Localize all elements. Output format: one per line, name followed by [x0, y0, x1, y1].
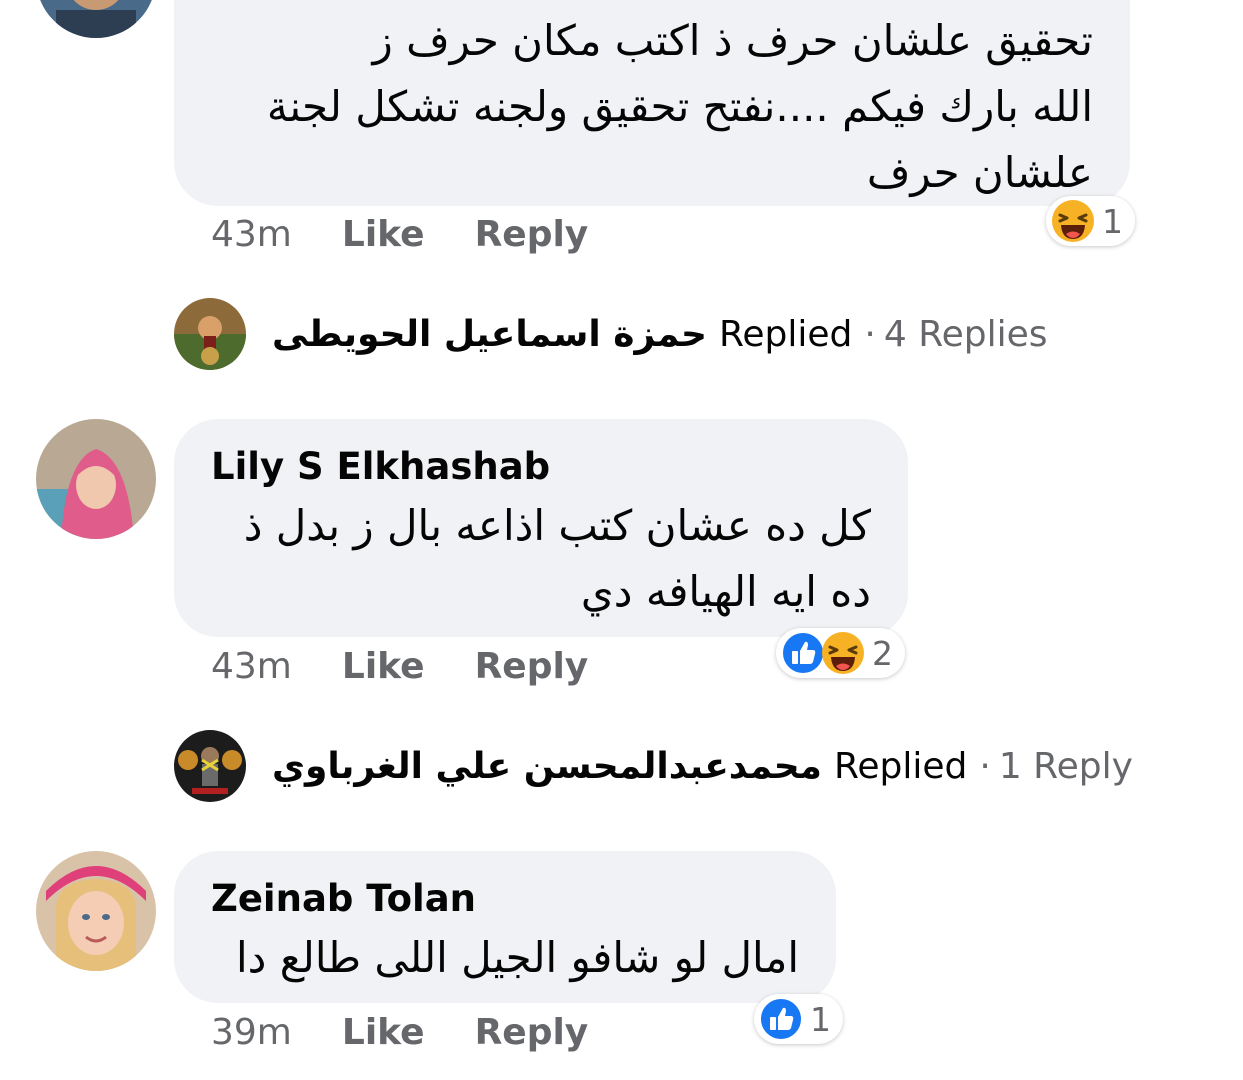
reaction-count: 1: [810, 999, 831, 1039]
comment-author[interactable]: Zeinab Tolan: [211, 877, 476, 920]
reply-button[interactable]: Reply: [475, 214, 589, 255]
comment-time[interactable]: 43m: [211, 214, 292, 255]
commenter-avatar[interactable]: [36, 851, 156, 971]
reaction-summary[interactable]: 1: [754, 994, 843, 1044]
comment-time[interactable]: 43m: [211, 646, 292, 687]
comment-bubble: تحقيق علشان حرف ذ اكتب مكان حرف ز الله ب…: [174, 0, 1130, 206]
like-icon: [759, 997, 803, 1041]
comment-bubble: Lily S Elkhashab كل ده عشان كتب اذاعه با…: [174, 419, 908, 637]
replier-name[interactable]: حمزة اسماعيل الحويطى: [272, 314, 707, 355]
reaction-summary[interactable]: 1: [1046, 196, 1135, 246]
separator-dot: ·: [864, 313, 876, 355]
commenter-avatar[interactable]: [36, 419, 156, 539]
comment-author[interactable]: Lily S Elkhashab: [211, 445, 550, 488]
replier-name[interactable]: محمدعبدالمحسن علي الغرباوي: [272, 746, 822, 787]
comment-text-line: كل ده عشان كتب اذاعه بال ز بدل ذ: [243, 501, 871, 550]
like-button[interactable]: Like: [342, 646, 425, 687]
reply-summary[interactable]: محمدعبدالمحسن علي الغرباوي Replied · 1 R…: [174, 730, 1133, 802]
like-button[interactable]: Like: [342, 1012, 425, 1053]
reaction-summary[interactable]: 2: [776, 628, 905, 678]
comment-meta: 43m Like Reply: [211, 214, 588, 255]
replied-label: Replied: [833, 745, 968, 787]
like-button[interactable]: Like: [342, 214, 425, 255]
reply-button[interactable]: Reply: [475, 1012, 589, 1053]
comment-text-line: الله بارك فيكم ....نفتح تحقيق ولجنه تشكل…: [266, 82, 1093, 131]
separator-dot: ·: [979, 745, 991, 787]
reply-button[interactable]: Reply: [475, 646, 589, 687]
comment-meta: 43m Like Reply: [211, 646, 588, 687]
comment-bubble: Zeinab Tolan امال لو شافو الجيل اللى طال…: [174, 851, 836, 1003]
reaction-count: 2: [872, 633, 893, 673]
reply-count[interactable]: 1 Reply: [999, 746, 1133, 787]
reply-summary[interactable]: حمزة اسماعيل الحويطى Replied · 4 Replies: [174, 298, 1048, 370]
haha-icon: [1052, 200, 1094, 242]
commenter-avatar[interactable]: [36, 0, 156, 38]
replied-label: Replied: [719, 313, 853, 355]
comment-text-line: امال لو شافو الجيل اللى طالع دا: [235, 933, 799, 982]
comment-text-line: علشان حرف: [866, 148, 1093, 197]
haha-icon: [822, 632, 864, 674]
comment-text-line: ده ايه الهيافه دي: [580, 567, 871, 616]
comment-text-line: تحقيق علشان حرف ذ اكتب مكان حرف ز: [372, 16, 1093, 65]
replier-avatar: [174, 298, 246, 370]
reaction-count: 1: [1102, 201, 1123, 241]
comment-time[interactable]: 39m: [211, 1012, 292, 1053]
reply-count[interactable]: 4 Replies: [884, 314, 1048, 355]
replier-avatar: [174, 730, 246, 802]
comment-meta: 39m Like Reply: [211, 1012, 588, 1053]
